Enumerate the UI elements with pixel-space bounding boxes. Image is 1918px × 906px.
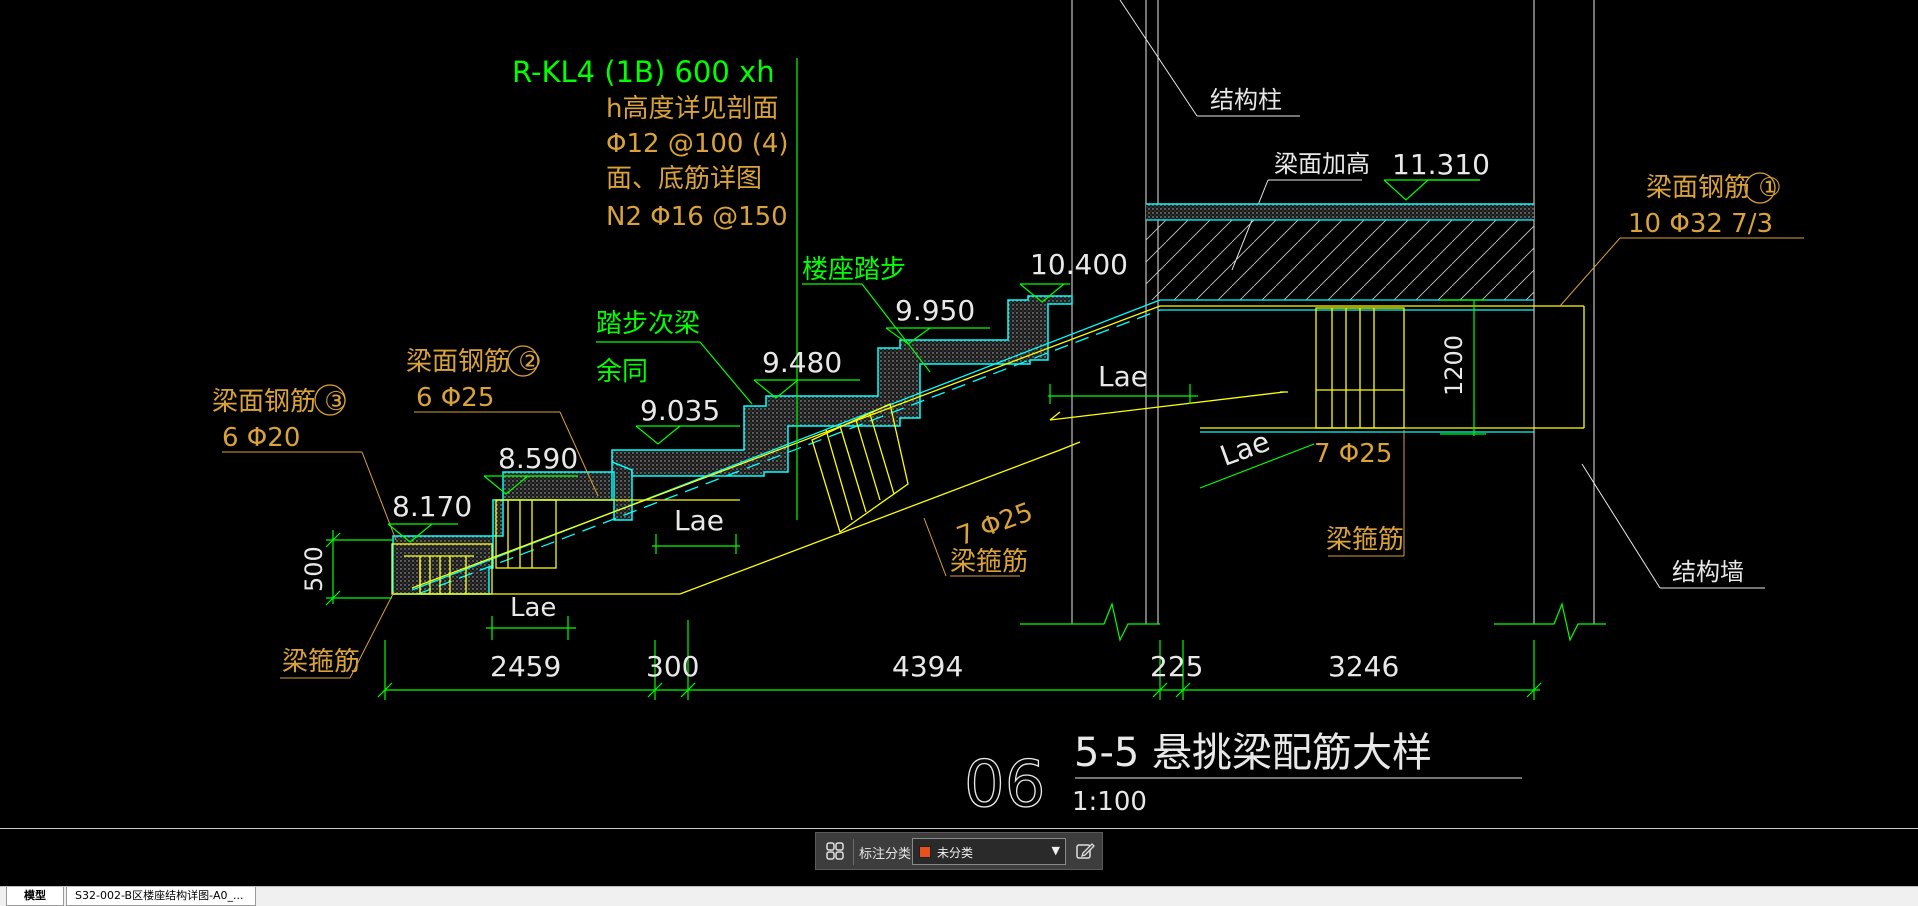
lae-label-4: Lae <box>510 593 556 623</box>
annotation-category-label: 标注分类 <box>859 847 912 862</box>
tab-layout[interactable]: S32-002-B区楼座结构详图-A0_... <box>66 887 256 906</box>
stair-step-label: 楼座踏步 <box>802 255 906 285</box>
rebar1-value: 10 Φ32 7/3 <box>1628 209 1773 239</box>
beam-note-3: 面、底筋详图 <box>606 164 762 194</box>
edit-icon[interactable] <box>1072 838 1098 864</box>
rebar3-label: 梁面钢筋 ③ <box>212 387 348 417</box>
rebar3-value: 6 Φ20 <box>222 423 300 453</box>
drawing-title: 5-5 悬挑梁配筋大样 <box>1074 730 1432 776</box>
category-value: 未分类 <box>937 846 974 860</box>
rebar2-label: 梁面钢筋 ② <box>406 347 542 377</box>
beam-note-1: h高度详见剖面 <box>606 94 778 124</box>
stirrup-label-mid: 梁箍筋 <box>950 547 1028 577</box>
grid-menu-icon[interactable] <box>822 838 848 864</box>
frame-lines <box>1071 0 1765 624</box>
step-secondary-beam-label: 踏步次梁 <box>596 309 700 339</box>
beam-note-2: Φ12 @100 (4) <box>606 129 789 159</box>
elev-11310: 11.310 <box>1392 148 1490 181</box>
stirrup-label-right: 梁箍筋 <box>1326 525 1404 555</box>
annotation-category-toolbar: 标注分类 未分类 ▼ <box>815 832 1103 870</box>
beam-top-raise-label: 梁面加高 <box>1274 150 1370 178</box>
lae-label-3: Lae <box>674 504 724 537</box>
dim-500: 500 <box>300 546 328 592</box>
tab-model[interactable]: 模型 <box>6 887 64 906</box>
elev-9035: 9.035 <box>640 394 720 427</box>
dim-3246: 3246 <box>1328 650 1399 683</box>
rebar1-label: 梁面钢筋 ① <box>1646 173 1782 203</box>
lae-label-1: Lae <box>1098 360 1148 393</box>
dim-1200: 1200 <box>1440 335 1468 396</box>
beam-note-4: N2 Φ16 @150 <box>606 202 788 232</box>
elev-9480: 9.480 <box>762 346 842 379</box>
drawing-scale: 1:100 <box>1072 787 1147 817</box>
layout-tab-bar: 模型 S32-002-B区楼座结构详图-A0_... <box>0 886 1918 906</box>
dim-2459: 2459 <box>490 650 561 683</box>
elev-8170: 8.170 <box>392 490 472 523</box>
title-number: 06 <box>964 748 1045 822</box>
toolbar-divider <box>853 839 854 865</box>
elev-9950: 9.950 <box>895 294 975 327</box>
struct-column-label: 结构柱 <box>1210 86 1282 114</box>
beam-label: R-KL4 (1B) 600 xh <box>512 55 775 89</box>
bottom-rebar-mid: 7 Φ25 <box>953 497 1037 552</box>
struct-wall-label: 结构墙 <box>1672 558 1744 586</box>
stirrup-label-left: 梁箍筋 <box>282 647 360 677</box>
status-separator <box>0 828 1918 829</box>
stair-concrete <box>392 461 633 595</box>
elev-8590: 8.590 <box>498 442 578 475</box>
dim-4394: 4394 <box>892 650 963 683</box>
rebar2-value: 6 Φ25 <box>416 383 494 413</box>
chevron-down-icon: ▼ <box>1051 844 1060 857</box>
drawing-canvas[interactable]: R-KL4 (1B) 600 xh h高度详见剖面 Φ12 @100 (4) 面… <box>0 0 1918 828</box>
annotation-category-select[interactable]: 未分类 ▼ <box>912 838 1066 865</box>
elev-10400: 10.400 <box>1030 248 1128 281</box>
dim-225: 225 <box>1150 650 1203 683</box>
cad-drawing: R-KL4 (1B) 600 xh h高度详见剖面 Φ12 @100 (4) 面… <box>212 0 1804 823</box>
remaining-same-label: 余同 <box>596 357 648 387</box>
bottom-rebar-right: 7 Φ25 <box>1314 439 1392 469</box>
dim-300: 300 <box>646 650 699 683</box>
category-color-swatch <box>919 846 931 858</box>
